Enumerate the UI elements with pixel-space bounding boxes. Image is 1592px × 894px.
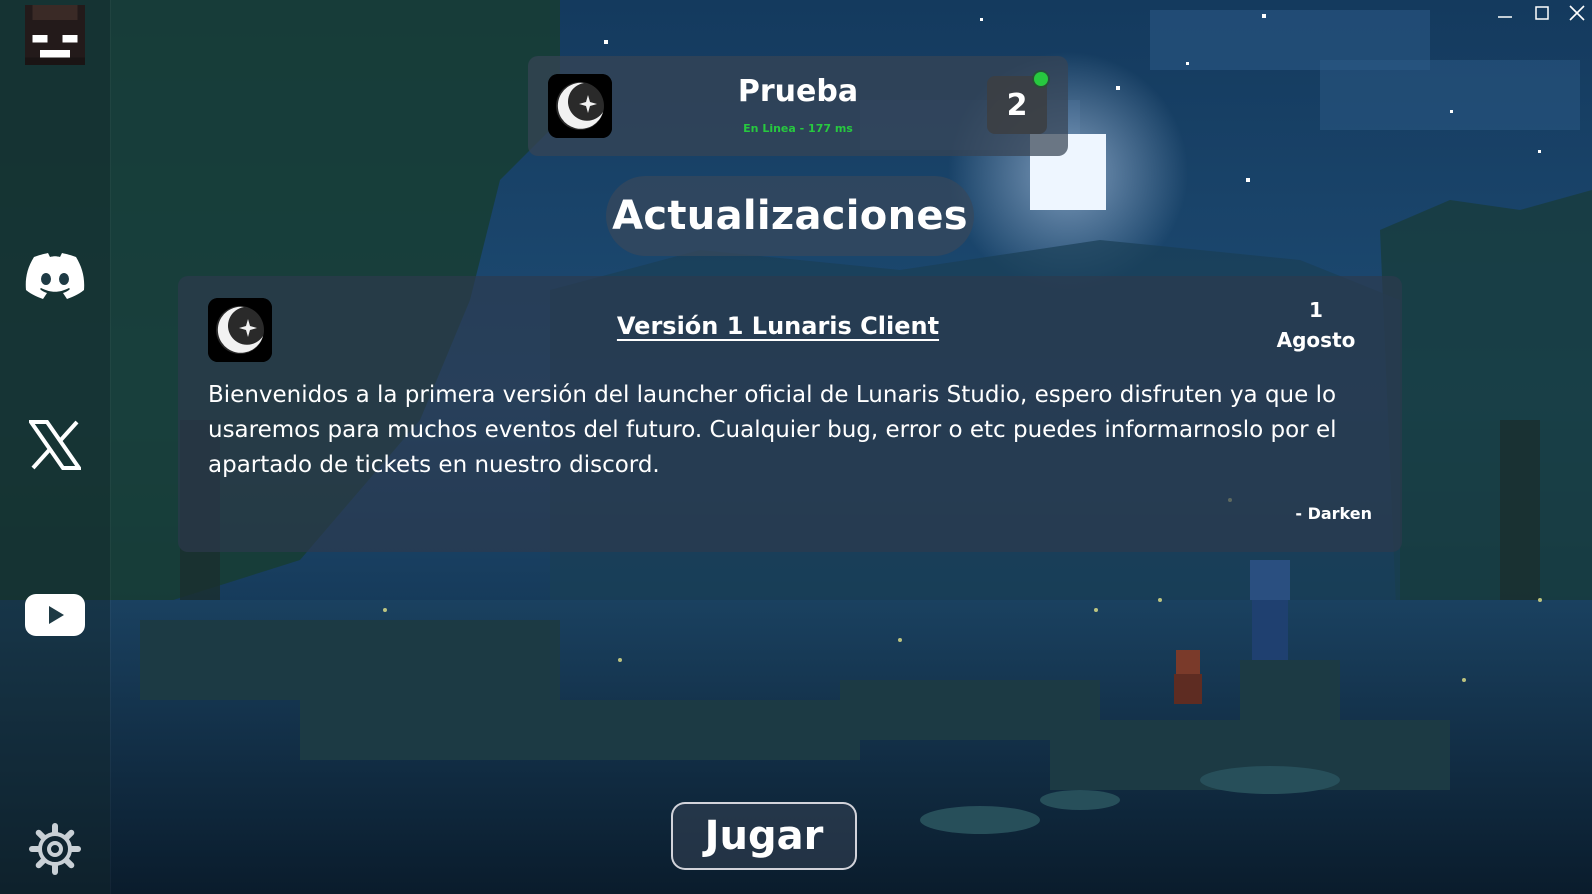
- avatar[interactable]: [22, 2, 88, 68]
- news-title[interactable]: Versión 1 Lunaris Client: [478, 312, 1078, 340]
- maximize-icon: [1535, 6, 1549, 20]
- play-button[interactable]: Jugar: [671, 802, 857, 870]
- launcher-window: Prueba En Linea - 177 ms 2 Actualizacion…: [0, 0, 1592, 894]
- x-icon[interactable]: [22, 412, 88, 478]
- avatar-icon: [25, 5, 85, 65]
- moon-logo-icon: [548, 74, 612, 138]
- close-button[interactable]: [1562, 0, 1592, 26]
- close-icon: [1569, 5, 1585, 21]
- news-author: - Darken: [1295, 504, 1372, 523]
- news-logo: [208, 298, 272, 362]
- news-body: Bienvenidos a la primera versión del lau…: [208, 382, 1337, 478]
- minimize-icon: [1498, 16, 1512, 18]
- news-card: Versión 1 Lunaris Client 1 Agosto Bienve…: [178, 276, 1402, 552]
- discord-icon[interactable]: [22, 244, 88, 310]
- news-date-day: 1: [1309, 298, 1323, 322]
- server-card[interactable]: Prueba En Linea - 177 ms 2: [528, 56, 1068, 156]
- news-date-month: Agosto: [1276, 328, 1356, 352]
- server-name: Prueba: [737, 74, 859, 109]
- gear-icon[interactable]: [22, 816, 88, 882]
- server-logo: [548, 74, 612, 138]
- section-title: Actualizaciones: [606, 176, 974, 256]
- sidebar: [0, 0, 110, 894]
- youtube-icon[interactable]: [22, 582, 88, 648]
- online-status-dot: [1034, 72, 1048, 86]
- moon-logo-icon: [208, 298, 272, 362]
- server-status: En Linea - 177 ms: [743, 122, 853, 135]
- maximize-button[interactable]: [1527, 0, 1557, 26]
- news-title-text: Versión 1 Lunaris Client: [616, 312, 940, 340]
- minimize-button[interactable]: [1490, 0, 1520, 26]
